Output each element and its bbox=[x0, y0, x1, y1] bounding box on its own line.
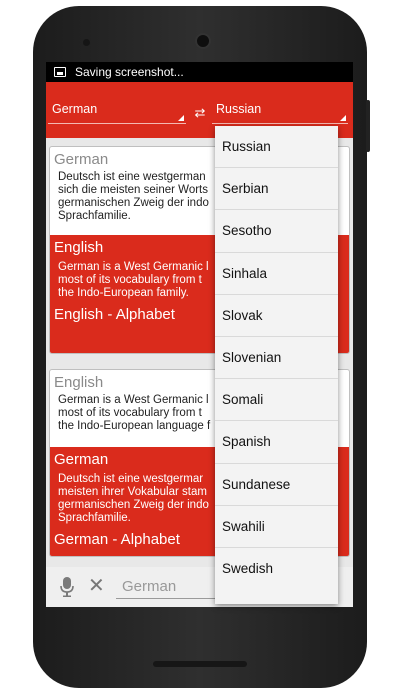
to-language-spinner[interactable]: Russian bbox=[212, 102, 348, 124]
dropdown-option[interactable]: Serbian bbox=[215, 168, 338, 211]
front-camera bbox=[195, 33, 211, 49]
dropdown-option[interactable]: Russian bbox=[215, 126, 338, 169]
dropdown-option[interactable]: Sinhala bbox=[215, 253, 338, 295]
status-text: Saving screenshot... bbox=[75, 65, 184, 79]
spinner-triangle-icon bbox=[178, 115, 184, 121]
microphone-icon[interactable] bbox=[60, 577, 74, 597]
spinner-triangle-icon bbox=[340, 115, 346, 121]
dropdown-option[interactable]: Swahili bbox=[215, 506, 338, 548]
dropdown-option[interactable]: Spanish bbox=[215, 421, 338, 464]
swap-arrows-icon[interactable]: ⇄ bbox=[192, 106, 208, 120]
text-input[interactable] bbox=[116, 575, 216, 599]
dropdown-option[interactable]: Slovenian bbox=[215, 337, 338, 380]
language-dropdown[interactable]: Russian Serbian Sesotho Sinhala Slovak S… bbox=[215, 126, 338, 604]
dropdown-option[interactable]: Sundanese bbox=[215, 464, 338, 506]
image-icon bbox=[54, 67, 66, 77]
to-language-label: Russian bbox=[216, 102, 262, 116]
dropdown-option[interactable]: Sesotho bbox=[215, 210, 338, 253]
dropdown-option[interactable]: Slovak bbox=[215, 295, 338, 337]
from-language-label: German bbox=[52, 102, 98, 116]
dropdown-option[interactable]: Somali bbox=[215, 379, 338, 422]
dropdown-option[interactable]: Swedish bbox=[215, 548, 338, 590]
status-bar: Saving screenshot... bbox=[46, 62, 353, 82]
proximity-sensor bbox=[83, 39, 90, 46]
bottom-speaker bbox=[153, 661, 247, 667]
power-button bbox=[366, 100, 370, 152]
close-icon[interactable]: ✕ bbox=[88, 576, 106, 596]
from-language-spinner[interactable]: German bbox=[48, 102, 186, 124]
